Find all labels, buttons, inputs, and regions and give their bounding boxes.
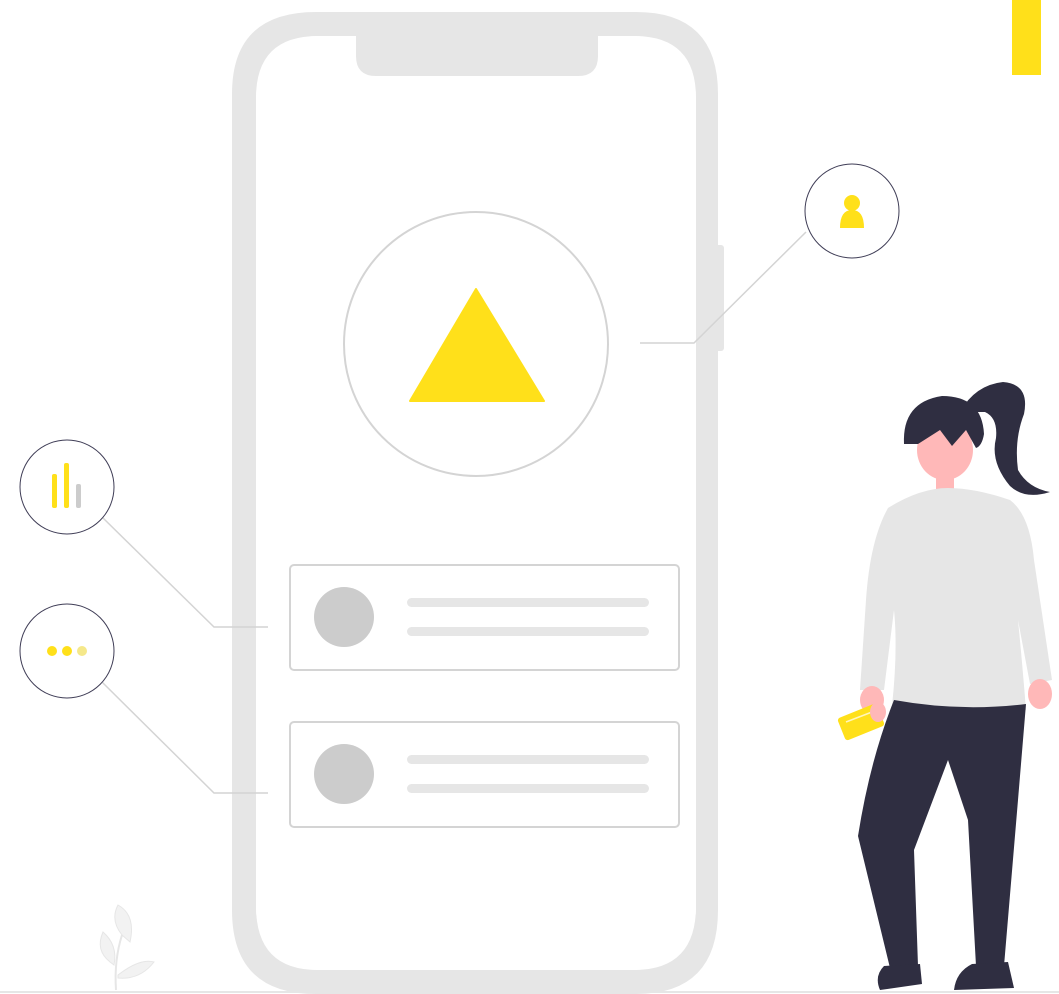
- card-1[interactable]: [289, 564, 680, 671]
- plant-icon: [99, 904, 155, 991]
- shoe-right: [954, 962, 1014, 990]
- card-avatar: [314, 587, 374, 647]
- card-2[interactable]: [289, 721, 680, 828]
- more-dots-icon: [47, 646, 87, 656]
- shoe-left: [877, 964, 922, 990]
- phone-screen: [256, 36, 696, 970]
- phone-notch-inner: [356, 36, 598, 76]
- card-avatar: [314, 744, 374, 804]
- pants: [858, 700, 1026, 968]
- person: [837, 382, 1052, 990]
- sweater: [860, 488, 1052, 713]
- card-line: [407, 755, 649, 764]
- card-line: [407, 784, 649, 793]
- illustration-canvas: [0, 0, 1059, 994]
- card-line: [407, 598, 649, 607]
- card-line: [407, 627, 649, 636]
- phone: [232, 12, 724, 994]
- accent-block: [1012, 0, 1041, 75]
